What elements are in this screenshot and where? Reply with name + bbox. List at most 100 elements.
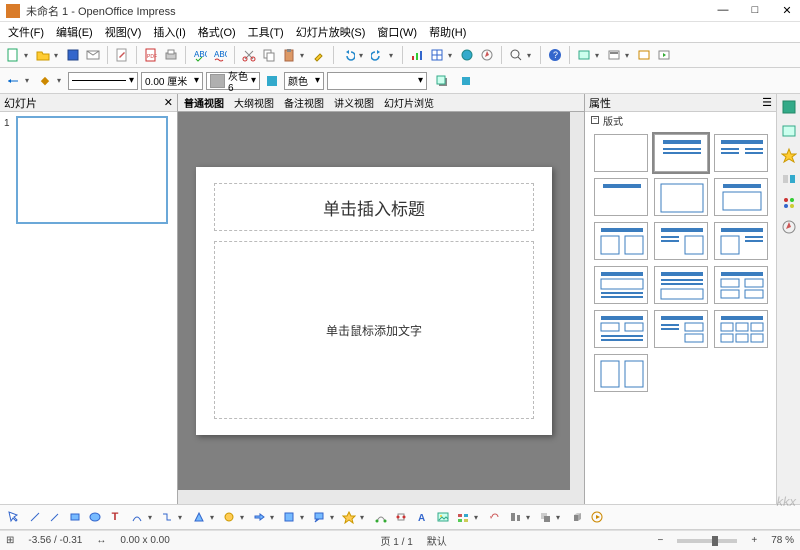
- symbol-shapes-dropdown[interactable]: ▾: [240, 513, 248, 522]
- open-dropdown[interactable]: ▾: [54, 51, 62, 60]
- layout-title-four-object[interactable]: [714, 266, 768, 304]
- slide-panel-body[interactable]: 1: [0, 112, 177, 504]
- slide[interactable]: 单击插入标题 单击鼠标添加文字: [196, 167, 552, 435]
- arrow-style-dropdown[interactable]: ▾: [25, 76, 33, 85]
- align-dropdown[interactable]: ▾: [526, 513, 534, 522]
- slide-layout-dropdown[interactable]: ▾: [625, 51, 633, 60]
- minimize-button[interactable]: —: [716, 4, 730, 17]
- interaction-tool[interactable]: [588, 508, 606, 526]
- line-style-button[interactable]: ◆: [36, 72, 54, 90]
- zoom-in-icon[interactable]: +: [751, 535, 757, 546]
- maximize-button[interactable]: □: [748, 4, 762, 17]
- block-arrows-dropdown[interactable]: ▾: [270, 513, 278, 522]
- select-tool[interactable]: [4, 508, 22, 526]
- layout-title-content-over-object[interactable]: [654, 266, 708, 304]
- tab-normal[interactable]: 普通视图: [184, 95, 224, 110]
- align-tool[interactable]: [506, 508, 524, 526]
- layout-title-only[interactable]: [594, 178, 648, 216]
- print-button[interactable]: [162, 46, 180, 64]
- menu-window[interactable]: 窗口(W): [373, 22, 421, 42]
- ellipse-tool[interactable]: [86, 508, 104, 526]
- help-button[interactable]: ?: [546, 46, 564, 64]
- gallery-dropdown[interactable]: ▾: [474, 513, 482, 522]
- from-file-tool[interactable]: [434, 508, 452, 526]
- slide-thumb[interactable]: 1: [4, 116, 173, 224]
- edit-doc-button[interactable]: [113, 46, 131, 64]
- layout-title-two-object[interactable]: [594, 222, 648, 260]
- menu-insert[interactable]: 插入(I): [149, 22, 189, 42]
- menu-view[interactable]: 视图(V): [101, 22, 146, 42]
- auto-spellcheck-button[interactable]: ABC: [211, 46, 229, 64]
- rectangle-tool[interactable]: [66, 508, 84, 526]
- zoom-slider[interactable]: [677, 539, 737, 543]
- email-button[interactable]: [84, 46, 102, 64]
- zoom-out-icon[interactable]: −: [658, 535, 664, 546]
- slide-thumbnail[interactable]: [16, 116, 168, 224]
- menu-tools[interactable]: 工具(T): [244, 22, 288, 42]
- connector-dropdown[interactable]: ▾: [178, 513, 186, 522]
- properties-section[interactable]: − 版式: [585, 112, 776, 128]
- menu-format[interactable]: 格式(O): [194, 22, 240, 42]
- slide-layout-button[interactable]: [605, 46, 623, 64]
- undo-dropdown[interactable]: ▾: [359, 51, 367, 60]
- layout-two-object[interactable]: [594, 354, 648, 392]
- copy-button[interactable]: [260, 46, 278, 64]
- paste-dropdown[interactable]: ▾: [300, 51, 308, 60]
- cut-button[interactable]: [240, 46, 258, 64]
- slide-design-button[interactable]: [575, 46, 593, 64]
- sidebar-gallery-icon[interactable]: [780, 194, 798, 212]
- redo-button[interactable]: [369, 46, 387, 64]
- curve-dropdown[interactable]: ▾: [148, 513, 156, 522]
- redo-dropdown[interactable]: ▾: [389, 51, 397, 60]
- format-paintbrush-button[interactable]: [310, 46, 328, 64]
- connector-tool[interactable]: [158, 508, 176, 526]
- layout-title-two-content[interactable]: [714, 134, 768, 172]
- save-button[interactable]: [64, 46, 82, 64]
- tab-notes[interactable]: 备注视图: [284, 95, 324, 110]
- area-button[interactable]: [263, 72, 281, 90]
- callouts-tool[interactable]: [310, 508, 328, 526]
- horizontal-scrollbar[interactable]: [178, 490, 584, 504]
- crop-button[interactable]: [457, 72, 475, 90]
- new-button[interactable]: [4, 46, 22, 64]
- layout-title-object-content[interactable]: [714, 222, 768, 260]
- hyperlink-button[interactable]: [458, 46, 476, 64]
- arrow-style-button[interactable]: [4, 72, 22, 90]
- arrange-dropdown[interactable]: ▾: [556, 513, 564, 522]
- slide-panel-close-icon[interactable]: ✕: [164, 96, 173, 109]
- text-tool[interactable]: T: [106, 508, 124, 526]
- slide-design-dropdown[interactable]: ▾: [595, 51, 603, 60]
- arrow-tool[interactable]: [46, 508, 64, 526]
- basic-shapes-tool[interactable]: [190, 508, 208, 526]
- line-style-select[interactable]: ▾: [68, 72, 138, 90]
- layout-title-content-two-object[interactable]: [654, 310, 708, 348]
- canvas[interactable]: 单击插入标题 单击鼠标添加文字: [178, 112, 570, 490]
- slide-master-button[interactable]: [635, 46, 653, 64]
- stars-dropdown[interactable]: ▾: [360, 513, 368, 522]
- rotate-tool[interactable]: [486, 508, 504, 526]
- layout-title-content[interactable]: [654, 134, 708, 172]
- fill-type-select[interactable]: 颜色▾: [284, 72, 324, 90]
- close-button[interactable]: ✕: [780, 4, 794, 17]
- layout-title-six-object[interactable]: [714, 310, 768, 348]
- extrusion-tool[interactable]: [568, 508, 586, 526]
- flowchart-tool[interactable]: [280, 508, 298, 526]
- line-color-select[interactable]: 灰色 6▾: [206, 72, 260, 90]
- content-placeholder[interactable]: 单击鼠标添加文字: [214, 241, 534, 419]
- layout-title-object[interactable]: [714, 178, 768, 216]
- flowchart-dropdown[interactable]: ▾: [300, 513, 308, 522]
- layout-blank[interactable]: [594, 134, 648, 172]
- sidebar-properties-icon[interactable]: [780, 98, 798, 116]
- fontwork-tool[interactable]: A: [414, 508, 432, 526]
- vertical-scrollbar[interactable]: [570, 112, 584, 490]
- layout-title-two-content-over-content[interactable]: [594, 310, 648, 348]
- gallery-tool[interactable]: [454, 508, 472, 526]
- start-slideshow-button[interactable]: [655, 46, 673, 64]
- gluepoints-tool[interactable]: [392, 508, 410, 526]
- open-button[interactable]: [34, 46, 52, 64]
- menu-edit[interactable]: 编辑(E): [52, 22, 97, 42]
- sidebar-master-icon[interactable]: [780, 122, 798, 140]
- line-tool[interactable]: [26, 508, 44, 526]
- collapse-icon[interactable]: −: [591, 116, 599, 124]
- menu-slideshow[interactable]: 幻灯片放映(S): [292, 22, 370, 42]
